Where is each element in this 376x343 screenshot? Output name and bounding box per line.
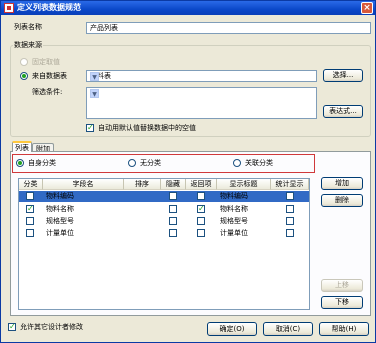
filter-textarea[interactable]: ▼ — [86, 87, 317, 119]
filter-label: 筛选条件: — [32, 88, 63, 96]
help-button[interactable]: 帮助(H) — [319, 322, 369, 336]
row-stat-checkbox[interactable] — [286, 192, 294, 200]
row-field: 物料名称 — [46, 205, 74, 213]
row-title[interactable]: 物料编码 — [220, 191, 248, 202]
row-classify-checkbox[interactable] — [26, 217, 34, 225]
row-hidden-checkbox[interactable] — [169, 192, 177, 200]
row-return-checkbox[interactable] — [197, 192, 205, 200]
allow-edit-checkbox[interactable] — [8, 322, 16, 331]
move-down-button[interactable]: 下移 — [321, 296, 363, 309]
app-icon — [4, 3, 14, 13]
select-button[interactable]: 选择... — [323, 69, 363, 82]
dialog-window: 定义列表数据规范 × 列表名称 产品列表 数据来源 固定取值 来自数据表 物料表… — [0, 0, 376, 343]
classify-self-label: 自身分类 — [28, 159, 56, 167]
row-return-checkbox[interactable] — [197, 229, 205, 237]
row-stat-checkbox[interactable] — [286, 229, 294, 237]
row-hidden-checkbox[interactable] — [169, 217, 177, 225]
row-field: 物料编码 — [46, 192, 74, 200]
row-stat-checkbox[interactable] — [286, 205, 294, 213]
table-row[interactable]: 规格型号 规格型号 — [19, 216, 309, 227]
classify-related-radio[interactable] — [233, 159, 241, 167]
row-return-checkbox[interactable] — [197, 217, 205, 225]
allow-edit-label: 允许其它设计者修改 — [20, 323, 83, 331]
col-header-hidden[interactable]: 隐藏 — [161, 179, 186, 190]
col-header-sort[interactable]: 排序 — [124, 179, 161, 190]
list-name-input[interactable]: 产品列表 — [86, 22, 371, 34]
tab-list[interactable]: 列表 — [12, 141, 32, 152]
fixed-value-radio[interactable] — [20, 58, 28, 66]
table-row[interactable]: 物料名称 物料名称 — [19, 204, 309, 215]
row-classify-checkbox[interactable] — [26, 192, 34, 200]
title-bar[interactable]: 定义列表数据规范 × — [1, 1, 375, 15]
row-title[interactable]: 计量单位 — [220, 228, 248, 239]
row-classify-checkbox[interactable] — [26, 229, 34, 237]
default-replace-label: 自动用默认值替换数据中的空值 — [98, 124, 196, 132]
classify-none-label: 无分类 — [140, 159, 161, 167]
chevron-down-icon[interactable]: ▼ — [90, 72, 99, 81]
col-header-title[interactable]: 显示标题 — [217, 179, 271, 190]
classify-none-radio[interactable] — [128, 159, 136, 167]
list-name-value: 产品列表 — [90, 24, 118, 32]
default-replace-checkbox[interactable] — [86, 123, 94, 132]
chevron-down-icon[interactable]: ▼ — [90, 89, 99, 98]
close-button[interactable]: × — [361, 2, 373, 14]
col-header-field[interactable]: 字段名 — [43, 179, 124, 190]
row-title[interactable]: 规格型号 — [220, 216, 248, 227]
list-name-label: 列表名称 — [14, 23, 42, 31]
col-header-return[interactable]: 返回项 — [186, 179, 217, 190]
expression-button[interactable]: 表达式... — [323, 105, 363, 118]
field-grid[interactable]: 分类 字段名 排序 隐藏 返回项 显示标题 统计显示 物料编码 物料编码 物料名… — [18, 178, 310, 310]
table-row[interactable]: 物料编码 物料编码 — [19, 191, 309, 202]
from-table-label: 来自数据表 — [32, 72, 67, 80]
row-field: 规格型号 — [46, 217, 74, 225]
data-source-legend: 数据来源 — [13, 41, 43, 50]
table-select[interactable]: 物料表 ▼ — [86, 70, 317, 82]
add-button[interactable]: 增加 — [321, 177, 363, 190]
row-hidden-checkbox[interactable] — [169, 205, 177, 213]
move-up-button[interactable]: 上移 — [321, 279, 363, 292]
row-title[interactable]: 物料名称 — [220, 204, 248, 215]
table-row[interactable]: 计量单位 计量单位 — [19, 228, 309, 239]
fixed-value-label: 固定取值 — [32, 58, 60, 66]
from-table-radio[interactable] — [20, 72, 28, 80]
delete-button[interactable]: 删除 — [321, 194, 363, 207]
cancel-button[interactable]: 取消(C) — [263, 322, 313, 336]
col-header-stat[interactable]: 统计显示 — [271, 179, 309, 190]
ok-button[interactable]: 确定(O) — [207, 322, 257, 336]
row-field: 计量单位 — [46, 229, 74, 237]
window-title: 定义列表数据规范 — [17, 3, 81, 12]
col-header-classify[interactable]: 分类 — [19, 179, 43, 190]
classify-related-label: 关联分类 — [245, 159, 273, 167]
row-return-checkbox[interactable] — [197, 204, 205, 213]
row-stat-checkbox[interactable] — [286, 217, 294, 225]
row-hidden-checkbox[interactable] — [169, 229, 177, 237]
row-classify-checkbox[interactable] — [26, 204, 34, 213]
classify-self-radio[interactable] — [16, 159, 24, 167]
